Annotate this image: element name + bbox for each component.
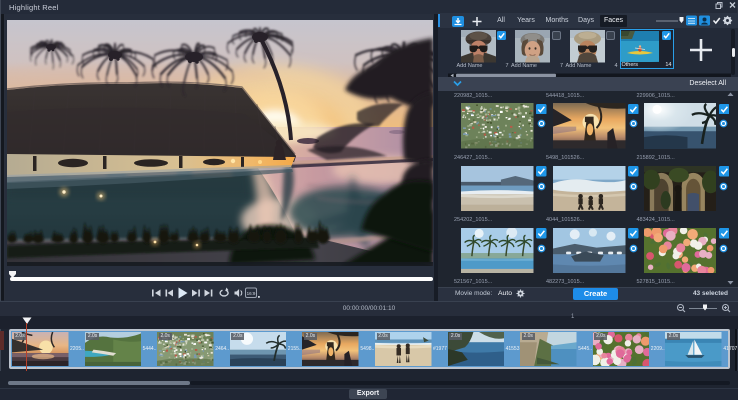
svg-text:16:9: 16:9 <box>247 291 256 296</box>
